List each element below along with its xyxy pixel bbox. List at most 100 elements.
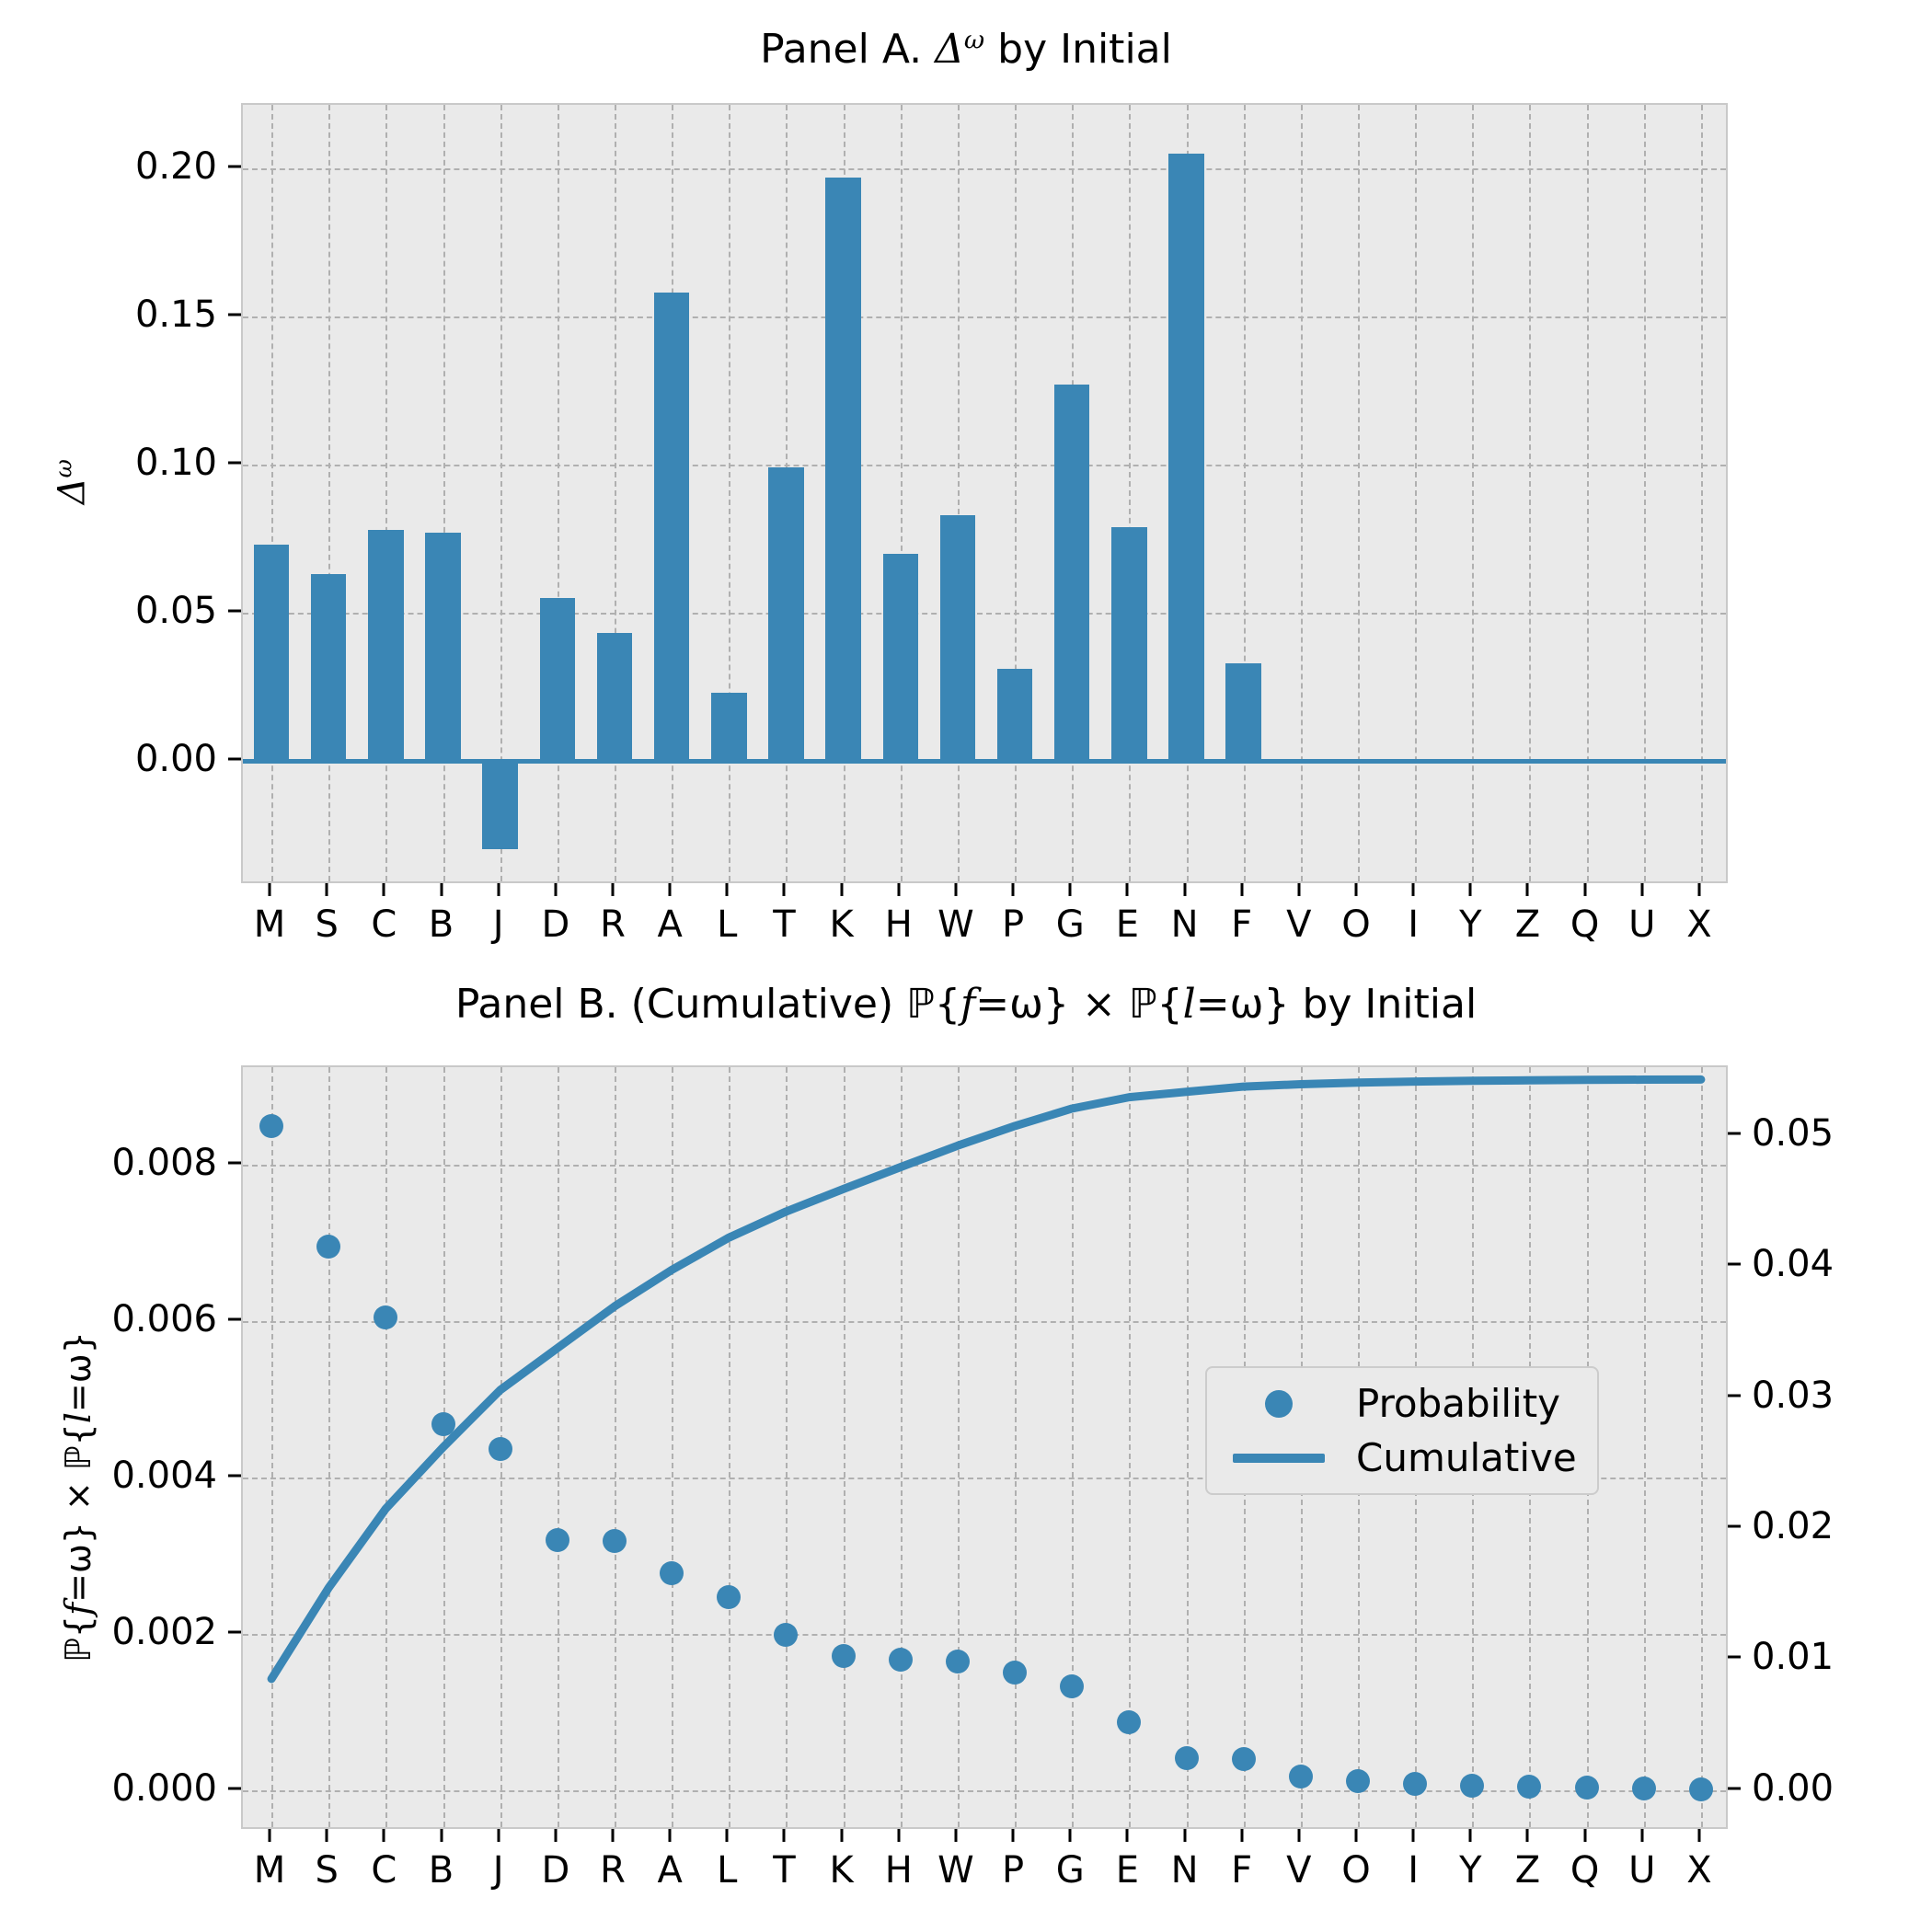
panel-b-ylabel-left: ℙ{f=ω} × ℙ{l=ω} <box>58 1331 98 1662</box>
xtick-mark <box>668 883 672 896</box>
ytick-mark <box>228 313 241 316</box>
xtick-mark <box>382 883 385 896</box>
xtick-mark <box>1525 883 1529 896</box>
probability-point-N <box>1174 1745 1199 1770</box>
panel-b-title: Panel B. (Cumulative) ℙ{f=ω} × ℙ{l=ω} by… <box>0 981 1932 1028</box>
xtick-mark <box>668 1829 672 1842</box>
xtick-mark <box>782 1829 786 1842</box>
bar-A <box>653 293 690 761</box>
ytick-label-left: 0.002 <box>111 1610 217 1653</box>
xtick-mark <box>1640 1829 1644 1842</box>
probability-point-H <box>888 1647 913 1672</box>
bar-G <box>1053 385 1090 761</box>
xtick-mark <box>897 883 901 896</box>
gridline-vertical <box>729 105 731 881</box>
bar-W <box>939 514 976 761</box>
panel-a-plot-area <box>241 103 1728 883</box>
gridline-vertical <box>1243 105 1246 881</box>
ytick-mark-right <box>1728 1524 1741 1528</box>
ytick-label-panel-a: 0.15 <box>134 293 217 337</box>
legend-marker-line <box>1224 1438 1334 1478</box>
xtick-mark <box>1011 1829 1015 1842</box>
xtick-label-G: G <box>1055 1849 1085 1892</box>
gridline-vertical <box>615 105 616 881</box>
xtick-label-S: S <box>315 1849 339 1892</box>
ytick-mark-left <box>228 1317 241 1321</box>
ytick-label-right: 0.05 <box>1752 1112 1834 1156</box>
gridline-vertical <box>271 105 274 881</box>
probability-point-D <box>545 1527 569 1552</box>
xtick-mark <box>1297 883 1301 896</box>
ytick-label-right: 0.03 <box>1752 1374 1834 1417</box>
bar-L <box>711 692 747 761</box>
xtick-mark <box>554 883 558 896</box>
panel-a-title-main: Panel A. <box>760 26 936 73</box>
xtick-mark <box>382 1829 385 1842</box>
xtick-label-Q: Q <box>1570 1849 1600 1892</box>
gridline-horizontal <box>243 612 1726 615</box>
ytick-label-panel-a: 0.10 <box>134 442 217 484</box>
xtick-mark <box>1183 883 1187 896</box>
xtick-label-I: I <box>1408 1849 1420 1892</box>
xtick-mark <box>1011 883 1015 896</box>
ytick-label-right: 0.04 <box>1752 1243 1834 1286</box>
gridline-vertical <box>443 105 445 881</box>
gridline-horizontal <box>243 316 1726 319</box>
xtick-label-V: V <box>1286 1849 1312 1892</box>
xtick-mark <box>440 883 443 896</box>
xtick-mark <box>1297 1829 1301 1842</box>
ytick-mark-left <box>228 1161 241 1165</box>
xtick-mark <box>897 1829 901 1842</box>
xtick-label-A: A <box>657 1849 683 1892</box>
gridline-vertical <box>1700 105 1703 881</box>
xtick-mark <box>325 883 328 896</box>
xtick-mark <box>725 883 729 896</box>
panel-b-title-prefix: Panel B. (Cumulative) <box>454 981 907 1028</box>
bar-C <box>368 529 404 761</box>
probability-point-P <box>1003 1661 1028 1685</box>
ytick-mark-left <box>228 1474 241 1478</box>
xtick-label-L: L <box>717 1849 738 1892</box>
xtick-label-P: P <box>1002 1849 1025 1892</box>
xtick-mark <box>1697 883 1701 896</box>
probability-point-G <box>1060 1673 1085 1698</box>
ytick-label-left: 0.004 <box>111 1455 217 1497</box>
xtick-mark <box>1468 883 1472 896</box>
probability-point-V <box>1288 1764 1313 1788</box>
gridline-horizontal <box>243 465 1726 466</box>
panel-a-title-omega: ω <box>963 26 985 55</box>
legend-label-probability: Probability <box>1356 1381 1561 1426</box>
probability-point-B <box>431 1412 455 1437</box>
xtick-label-X: X <box>1686 1849 1712 1892</box>
probability-point-K <box>831 1643 856 1668</box>
xtick-label-J: J <box>492 1849 504 1892</box>
ytick-mark-right <box>1728 1394 1741 1397</box>
panel-a-ylabel-delta: Δ <box>51 477 94 505</box>
gridline-vertical <box>1129 105 1132 881</box>
panel-b-legend: Probability Cumulative <box>1205 1366 1599 1495</box>
ytick-mark-left <box>228 1787 241 1790</box>
xtick-mark <box>1240 883 1244 896</box>
bar-B <box>425 533 461 761</box>
xtick-mark <box>1583 1829 1587 1842</box>
ytick-label-panel-a: 0.20 <box>134 145 217 189</box>
ytick-label-right: 0.01 <box>1752 1636 1834 1679</box>
xtick-mark <box>1468 1829 1472 1842</box>
gridline-vertical <box>1643 105 1646 881</box>
probability-point-E <box>1117 1709 1142 1734</box>
xtick-mark <box>725 1829 729 1842</box>
xtick-label-F: F <box>1231 1849 1253 1892</box>
probability-point-A <box>660 1560 684 1585</box>
xtick-mark <box>497 1829 500 1842</box>
xtick-mark <box>268 1829 271 1842</box>
ytick-mark <box>228 461 241 465</box>
ytick-mark-right <box>1728 1787 1741 1790</box>
bar-R <box>596 633 633 761</box>
gridline-vertical <box>1586 105 1589 881</box>
xtick-mark <box>440 1829 443 1842</box>
probability-point-T <box>774 1622 799 1647</box>
xtick-mark <box>554 1829 558 1842</box>
xtick-mark <box>840 1829 844 1842</box>
probability-point-Z <box>1517 1775 1542 1800</box>
probability-point-Q <box>1574 1776 1599 1800</box>
